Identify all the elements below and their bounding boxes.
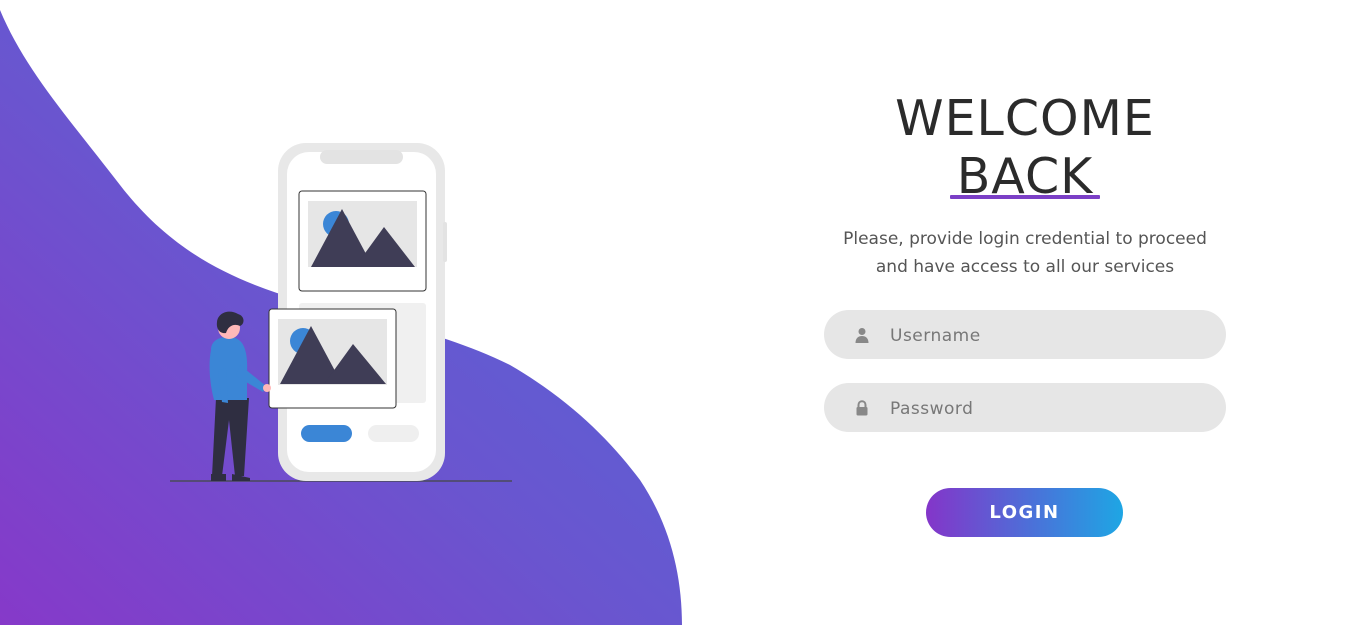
- title-line-1: WELCOME: [895, 89, 1155, 147]
- lock-icon: [856, 400, 868, 416]
- login-subtitle: Please, provide login credential to proc…: [780, 225, 1270, 281]
- person-illustration: [209, 311, 271, 481]
- password-field[interactable]: [824, 383, 1226, 434]
- subtitle-line-1: Please, provide login credential to proc…: [843, 229, 1207, 249]
- title-divider: [950, 195, 1100, 199]
- password-input[interactable]: [888, 383, 1212, 434]
- username-field[interactable]: [824, 310, 1226, 361]
- phone-gallery-illustration: [170, 143, 512, 482]
- user-icon: [855, 328, 869, 343]
- photo-card-illustration: [268, 308, 397, 409]
- username-input[interactable]: [888, 310, 1212, 361]
- page-title: WELCOME BACK: [780, 90, 1270, 206]
- login-button[interactable]: LOGIN: [926, 488, 1123, 537]
- subtitle-line-2: and have access to all our services: [875, 257, 1175, 277]
- login-panel: WELCOME BACK Please, provide login crede…: [780, 0, 1270, 625]
